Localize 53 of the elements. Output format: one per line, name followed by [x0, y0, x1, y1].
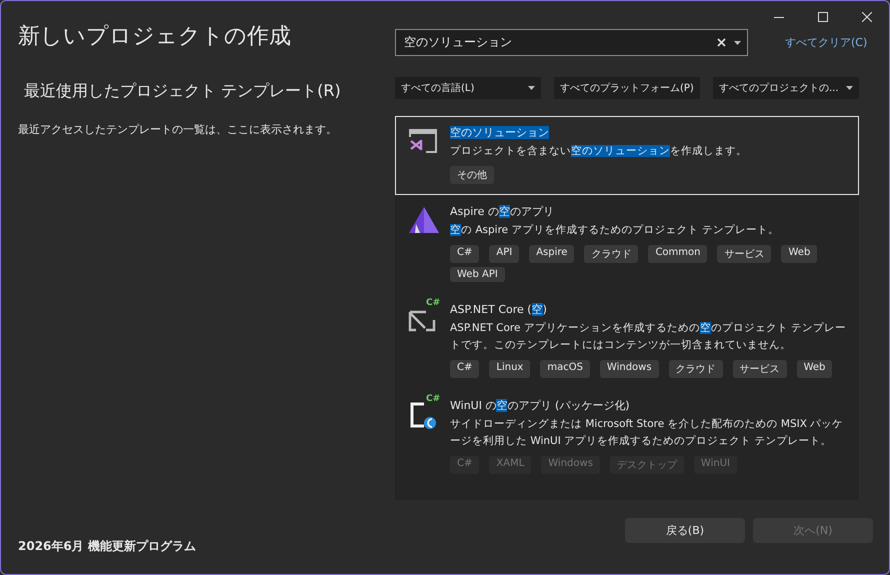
recent-templates-heading: 最近使用したプロジェクト テンプレート(R) — [24, 81, 342, 102]
filter-dropdown[interactable]: すべてのプラットフォーム(P) — [554, 77, 700, 99]
template-title: 空のソリューション — [450, 125, 550, 141]
tag: Web — [796, 360, 832, 378]
dropdown-arrow-icon — [528, 86, 535, 90]
filter-dropdown[interactable]: すべての言語(L) — [395, 77, 541, 99]
template-description: プロジェクトを含まない空のソリューション を作成します。 — [450, 144, 748, 159]
tag: Windows — [600, 360, 659, 378]
tag: Windows — [541, 456, 600, 474]
template-title: WinUI の空のアプリ (パッケージ化) — [450, 398, 631, 414]
triangle-logo-icon — [408, 206, 440, 236]
tag: macOS — [540, 360, 590, 378]
template-item[interactable]: C# WinUI の空のアプリ (パッケージ化) サイドローディングまたは Microsoft Store を介した配布のための MSIX パッケージを利用した WinUI アプリを作成するためのプロジェクト テンプレート。 C# XAML Windows デスクトップ WinUI — [395, 389, 859, 485]
tag: XAML — [489, 456, 532, 474]
clear-icon — [717, 38, 726, 47]
tag: Web — [781, 245, 818, 263]
empty-recent-text: 最近アクセスしたテンプレートの一覧は、ここに表示されます。 — [18, 122, 338, 137]
tag: WinUI — [694, 456, 737, 474]
language-label: C# — [426, 298, 440, 308]
tag: サービス — [732, 360, 787, 378]
window-title: 新しいプロジェクトの作成 — [18, 23, 292, 51]
template-title: ASP.NET Core (空) — [450, 302, 548, 318]
template-title: Aspire の空のアプリ — [450, 204, 555, 220]
tag: Common — [648, 245, 708, 263]
template-description: 空の Aspire アプリを作成するためのプロジェクト テンプレート。 — [450, 223, 780, 238]
tag: クラウド — [668, 360, 723, 378]
template-item[interactable]: C# ASP.NET Core (空) ASP.NET Core アプリケーションを作成するための空のプロジェクト テンプレートです。このテンプレートにはコンテンツが一切含まれていません。 C# Linux macOS Windows クラウド サービス Web — [395, 293, 859, 389]
tag: C# — [450, 245, 480, 263]
maximize-icon — [818, 12, 828, 22]
template-description: サイドローディングまたは Microsoft Store を介した配布のための MSIX パッケージを利用した WinUI アプリを作成するためのプロジェクト テンプレート。 — [450, 417, 844, 449]
tag: サービス — [717, 245, 772, 263]
tag: その他 — [450, 166, 494, 184]
search-field[interactable]: 空のソリューション — [395, 29, 748, 56]
template-item[interactable]: 空のソリューション プロジェクトを含まない空のソリューション を作成します。 その他 — [395, 116, 859, 195]
tag: API — [489, 245, 520, 263]
template-item[interactable]: Aspire の空のアプリ 空の Aspire アプリを作成するためのプロジェクト テンプレート。 C# API Aspire クラウド Common サービス Web Web API — [395, 195, 859, 293]
update-note: 2026年6月 機能更新プログラム — [18, 538, 197, 555]
tag: デスクトップ — [610, 456, 684, 474]
template-description: ASP.NET Core アプリケーションを作成するための空のプロジェクト テンプレートです。このテンプレートにはコンテンツが一切含まれていません。 — [450, 321, 848, 353]
dropdown-arrow-icon — [846, 86, 853, 90]
back-button[interactable]: 戻る(B) — [625, 518, 745, 543]
tag: C# — [450, 360, 480, 378]
language-label: C# — [426, 394, 440, 404]
tag: Aspire — [529, 245, 574, 263]
clear-all-link[interactable]: すべてクリア(C) — [785, 35, 868, 50]
close-icon — [862, 12, 872, 22]
tag: C# — [450, 456, 480, 474]
filter-dropdown[interactable]: すべてのプロジェクトの... — [713, 77, 859, 99]
desktop-app-icon — [408, 400, 438, 430]
tag: クラウド — [584, 245, 638, 263]
tag: Linux — [489, 360, 530, 378]
dropdown-arrow-icon — [734, 40, 741, 44]
tag: Web API — [450, 267, 505, 282]
